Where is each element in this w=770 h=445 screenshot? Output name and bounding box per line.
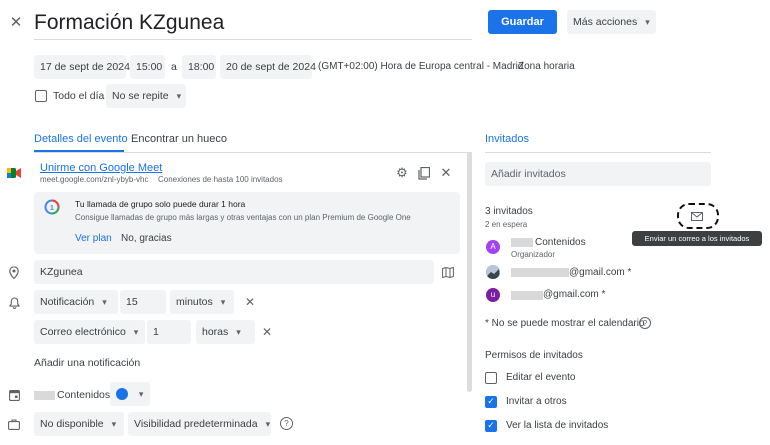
- notification-type-value: Notificación: [40, 296, 95, 308]
- time-separator: a: [171, 61, 177, 73]
- location-input[interactable]: KZgunea: [34, 260, 434, 284]
- remove-meet-icon[interactable]: ✕: [439, 165, 453, 180]
- notification-unit-value: minutos: [176, 296, 213, 308]
- visibility-dropdown[interactable]: Visibilidad predeterminada: [128, 412, 271, 436]
- guest-avatar: u: [486, 288, 500, 302]
- email-guests-tooltip: Enviar un correo a los invitados: [632, 231, 762, 246]
- meet-connections: Conexiones de hasta 100 invitados: [158, 175, 283, 184]
- email-notification-unit-dropdown[interactable]: horas: [196, 320, 255, 344]
- gear-icon[interactable]: ⚙: [395, 165, 409, 180]
- tabs-divider: [34, 152, 472, 153]
- more-actions-button[interactable]: Más acciones: [567, 10, 656, 34]
- guest-name-redacted: [511, 238, 533, 247]
- permission-invite-label: Invitar a otros: [506, 396, 567, 407]
- add-notification-link[interactable]: Añadir una notificación: [34, 357, 140, 369]
- tab-guests[interactable]: Invitados: [485, 133, 529, 145]
- calendar-name: Contenidos: [57, 389, 111, 401]
- permission-edit-label: Editar el evento: [506, 372, 576, 383]
- guest-role: Organizador: [511, 250, 556, 259]
- repeat-dropdown[interactable]: No se repite: [106, 84, 186, 108]
- guest-waiting: 2 en espera: [485, 220, 528, 229]
- permission-edit-checkbox[interactable]: [485, 372, 497, 384]
- copy-icon[interactable]: [417, 166, 431, 180]
- event-title-input[interactable]: Formación KZgunea: [34, 10, 472, 40]
- availability-value: No disponible: [40, 418, 104, 430]
- notification-amount-input[interactable]: 15: [120, 290, 166, 314]
- email-notification-type-value: Correo electrónico: [40, 326, 126, 338]
- calendar-unavailable-note: * No se puede mostrar el calendario: [485, 318, 645, 329]
- start-time-field[interactable]: 15:00: [130, 55, 165, 79]
- remove-email-notification-icon[interactable]: ✕: [261, 325, 273, 339]
- scrollbar-thumb[interactable]: [467, 152, 472, 392]
- view-plan-link[interactable]: Ver plan: [75, 233, 112, 244]
- save-button[interactable]: Guardar: [488, 10, 557, 34]
- guest-avatar-photo: [486, 265, 500, 279]
- end-time-field[interactable]: 18:00: [182, 55, 216, 79]
- add-guests-input[interactable]: Añadir invitados: [485, 162, 711, 186]
- tab-find-slot[interactable]: Encontrar un hueco: [131, 133, 227, 145]
- repeat-value: No se repite: [112, 90, 169, 102]
- meet-notice-title: Tu llamada de grupo solo puede durar 1 h…: [75, 199, 246, 209]
- guest-email-redacted: [511, 268, 569, 277]
- remove-notification-icon[interactable]: ✕: [244, 295, 256, 309]
- all-day-checkbox[interactable]: [35, 90, 47, 102]
- calendar-color-dropdown[interactable]: [110, 382, 150, 406]
- availability-dropdown[interactable]: No disponible: [34, 412, 124, 436]
- permission-view-list-checkbox[interactable]: ✓: [485, 420, 497, 432]
- timezone-label: (GMT+02:00) Hora de Europa central - Mad…: [318, 61, 524, 72]
- close-icon[interactable]: ✕: [8, 14, 24, 31]
- permission-view-list-label: Ver la lista de invitados: [506, 420, 609, 431]
- guest-avatar: A: [486, 240, 500, 254]
- meet-notice-body: Consigue llamadas de grupo más largas y …: [75, 213, 411, 222]
- email-notification-type-dropdown[interactable]: Correo electrónico: [34, 320, 145, 344]
- location-pin-icon: [7, 265, 21, 279]
- guest-count: 3 invitados: [485, 206, 533, 217]
- calendar-color-dot: [116, 388, 128, 401]
- calendar-owner-redacted: [34, 391, 55, 400]
- no-thanks-button[interactable]: No, gracias: [121, 233, 172, 244]
- meet-url: meet.google.com/znl-ybyb-vhc: [40, 175, 149, 184]
- help-icon[interactable]: ?: [639, 317, 651, 329]
- guests-tab-divider: [485, 152, 711, 153]
- briefcase-icon: [7, 417, 21, 431]
- notification-unit-dropdown[interactable]: minutos: [170, 290, 234, 314]
- bell-icon: [7, 296, 21, 310]
- all-day-label: Todo el día: [53, 90, 105, 102]
- permission-invite-checkbox[interactable]: ✓: [485, 396, 497, 408]
- visibility-value: Visibilidad predeterminada: [134, 418, 258, 430]
- svg-text:1: 1: [50, 205, 54, 212]
- help-icon[interactable]: ?: [280, 417, 293, 430]
- guest-email-redacted: [511, 291, 543, 300]
- email-icon-highlight: [677, 203, 719, 229]
- google-one-icon: 1: [44, 199, 60, 215]
- map-icon[interactable]: [442, 266, 454, 278]
- guest-email[interactable]: @gmail.com *: [543, 289, 605, 300]
- timezone-link[interactable]: Zona horaria: [518, 61, 575, 72]
- guest-email[interactable]: @gmail.com *: [569, 267, 631, 278]
- calendar-icon: [7, 388, 21, 402]
- notification-type-dropdown[interactable]: Notificación: [34, 290, 118, 314]
- guest-name[interactable]: Contenidos: [535, 237, 586, 248]
- permissions-title: Permisos de invitados: [485, 350, 583, 361]
- start-date-field[interactable]: 17 de sept de 2024: [34, 55, 130, 79]
- more-actions-label: Más acciones: [573, 16, 638, 28]
- tab-event-details[interactable]: Detalles del evento: [34, 133, 128, 145]
- email-notification-unit-value: horas: [202, 326, 229, 338]
- end-date-field[interactable]: 20 de sept de 2024: [220, 55, 316, 79]
- google-meet-icon: [7, 167, 21, 179]
- join-meet-link[interactable]: Unirme con Google Meet: [40, 162, 162, 174]
- email-notification-amount-input[interactable]: 1: [147, 320, 191, 344]
